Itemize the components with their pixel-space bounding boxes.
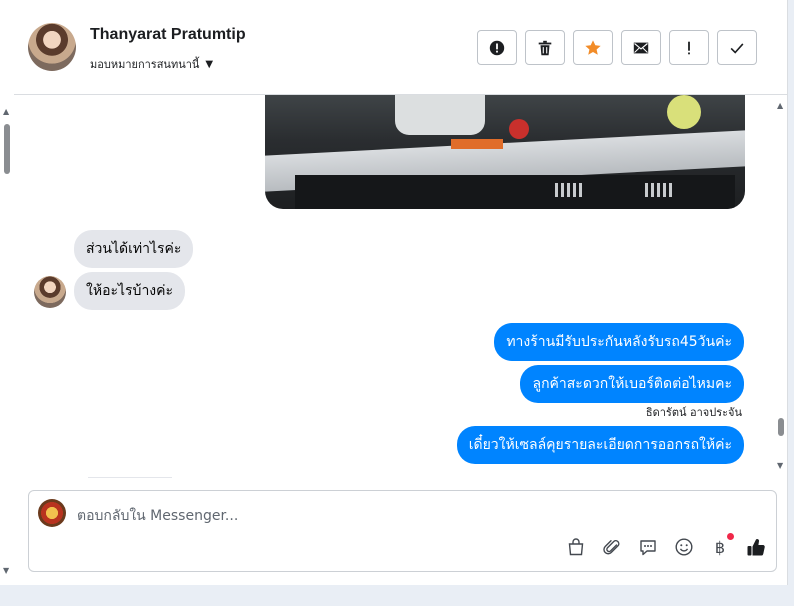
message-scrollbar[interactable]: ▲ ▼: [774, 100, 788, 470]
incoming-message[interactable]: ให้อะไรบ้างค่ะ: [74, 272, 186, 310]
emoji-button[interactable]: [674, 537, 694, 557]
attach-button[interactable]: [602, 537, 622, 557]
reply-input[interactable]: ตอบกลับใน Messenger...: [77, 505, 238, 527]
check-icon: [730, 42, 744, 54]
scroll-down-arrow-icon[interactable]: ▼: [777, 462, 783, 470]
page-avatar: [38, 499, 66, 527]
contact-name[interactable]: Thanyarat Pratumtip: [90, 26, 246, 44]
attached-photo[interactable]: [265, 95, 745, 209]
assign-conversation-dropdown[interactable]: มอบหมายการสนทนานี้ ▼: [90, 55, 213, 73]
header-actions: [477, 30, 757, 65]
star-button[interactable]: [573, 30, 613, 65]
scroll-down-arrow-icon[interactable]: ▼: [3, 567, 9, 575]
shop-button[interactable]: [566, 537, 586, 557]
divider: [88, 477, 172, 478]
caret-down-icon: ▼: [205, 58, 214, 70]
reply-composer[interactable]: ตอบกลับใน Messenger... ฿: [28, 490, 777, 572]
mark-done-button[interactable]: [717, 30, 757, 65]
outgoing-message[interactable]: ลูกค้าสะดวกให้เบอร์ติดต่อไหมคะ: [520, 365, 744, 403]
thumbs-up-icon: [747, 539, 765, 556]
page-scrollbar[interactable]: ▲ ▼: [0, 100, 14, 585]
notification-dot: [727, 533, 734, 540]
contact-avatar[interactable]: [28, 23, 76, 71]
mail-icon: [633, 42, 649, 53]
outgoing-message[interactable]: เดี๋ยวให้เซลล์คุยรายละเอียดการออกรถให้ค่…: [456, 426, 744, 464]
bag-icon: [568, 538, 584, 556]
conversation-header: Thanyarat Pratumtip มอบหมายการสนทนานี้ ▼: [14, 0, 788, 95]
payment-button[interactable]: ฿: [710, 533, 734, 557]
chat-panel: ▲ ▼ Thanyarat Pratumtip มอบหมายการสนทนาน…: [0, 0, 788, 585]
contact-avatar-small[interactable]: [34, 276, 66, 308]
scroll-thumb[interactable]: [778, 418, 784, 436]
scroll-up-arrow-icon[interactable]: ▲: [3, 108, 9, 116]
scroll-up-arrow-icon[interactable]: ▲: [777, 102, 783, 110]
composer-tools: ฿: [566, 533, 766, 557]
paperclip-icon: [603, 540, 620, 555]
trash-icon: [538, 40, 552, 55]
exclamation-icon: [688, 41, 690, 54]
emoji-icon: [675, 538, 693, 556]
incoming-message[interactable]: ส่วนได้เท่าไรค่ะ: [74, 230, 194, 268]
report-icon: [489, 40, 505, 55]
report-button[interactable]: [477, 30, 517, 65]
chat-bubble-icon: [640, 540, 656, 556]
scroll-thumb[interactable]: [4, 124, 10, 174]
baht-icon: ฿: [714, 537, 726, 557]
delete-button[interactable]: [525, 30, 565, 65]
star-icon: [585, 39, 601, 55]
message-list[interactable]: ส่วนได้เท่าไรค่ะ ให้อะไรบ้างค่ะ ทางร้านม…: [14, 95, 788, 483]
saved-replies-button[interactable]: [638, 537, 658, 557]
sender-name: ธิดารัตน์ อาจประจัน: [645, 406, 742, 419]
like-button[interactable]: [746, 537, 766, 557]
outgoing-message[interactable]: ทางร้านมีรับประกันหลังรับรถ45วันค่ะ: [494, 323, 744, 361]
mark-unread-button[interactable]: [621, 30, 661, 65]
follow-up-button[interactable]: [669, 30, 709, 65]
assign-label: มอบหมายการสนทนานี้: [90, 58, 200, 71]
